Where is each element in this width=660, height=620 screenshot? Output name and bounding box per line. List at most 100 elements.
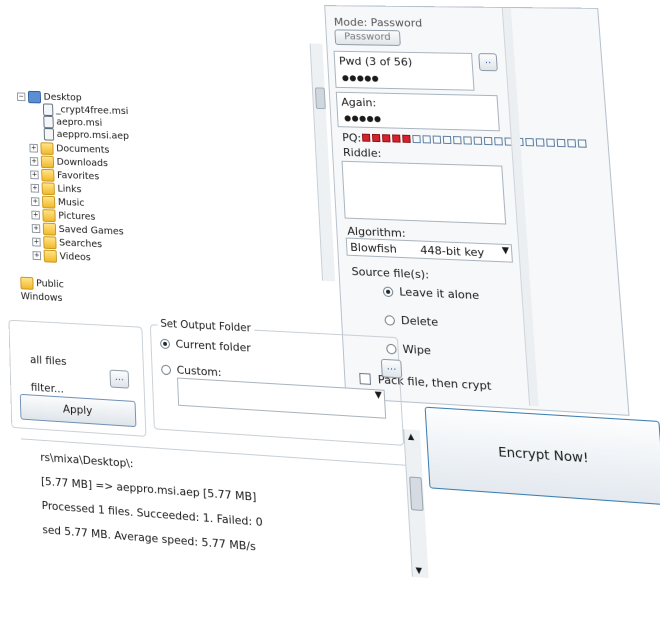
again-label: Again: xyxy=(341,96,377,110)
encrypt-now-button[interactable]: Encrypt Now! xyxy=(425,407,660,506)
pq-box xyxy=(578,139,587,147)
log-scroll-thumb[interactable] xyxy=(409,476,423,511)
pwd-field[interactable]: Pwd (3 of 56) ●●●●● xyxy=(334,51,475,91)
videos-icon xyxy=(44,250,57,263)
file-icon xyxy=(43,103,53,116)
pq-box xyxy=(392,134,401,142)
log-line: sed 5.77 MB. Average speed: 5.77 MB/s xyxy=(42,523,256,553)
pq-box xyxy=(525,138,534,146)
pq-box xyxy=(402,135,411,143)
expand-icon[interactable]: + xyxy=(29,144,38,153)
log-line: rs\mixa\Desktop\: xyxy=(40,451,134,471)
filter-label: filter... xyxy=(31,381,64,396)
file-tree-panel: − Desktop _crypt4free.msi aepro.msi aepp… xyxy=(10,39,334,281)
collapse-icon[interactable]: − xyxy=(17,92,25,101)
password-quality-meter xyxy=(362,132,589,151)
app-window: − Desktop _crypt4free.msi aepro.msi aepp… xyxy=(9,2,660,620)
saved-games-icon xyxy=(43,223,56,236)
log-scrollbar[interactable]: ▲ ▼ xyxy=(403,429,428,578)
expand-icon[interactable]: + xyxy=(31,211,40,220)
tree-item-windows[interactable]: Windows xyxy=(21,291,63,304)
tree-label: _crypt4free.msi xyxy=(56,105,129,117)
scroll-down-icon[interactable]: ▼ xyxy=(415,565,422,575)
expand-icon[interactable]: + xyxy=(32,238,41,247)
option-wipe[interactable]: Wipe xyxy=(402,343,431,358)
log-line: [5.77 MB] => aeppro.msi.aep [5.77 MB] xyxy=(41,475,257,504)
riddle-label: Riddle: xyxy=(343,146,382,160)
pq-box xyxy=(494,137,503,145)
expand-icon[interactable]: + xyxy=(32,224,41,233)
expand-icon[interactable]: + xyxy=(30,157,39,166)
mode-label: Mode: Password xyxy=(334,16,423,30)
tree-item-folder[interactable]: + Pictures xyxy=(31,209,95,224)
custom-label[interactable]: Custom: xyxy=(176,363,221,379)
settings-scrollbar[interactable] xyxy=(502,8,539,406)
algorithm-name: Blowfish xyxy=(350,241,397,256)
pq-box xyxy=(546,139,555,147)
radio-delete[interactable] xyxy=(384,315,395,326)
tree-label: Saved Games xyxy=(59,224,124,237)
links-icon xyxy=(42,182,55,195)
radio-current-folder[interactable] xyxy=(160,339,170,350)
pwd-value: ●●●●● xyxy=(342,73,380,83)
tree-label: Documents xyxy=(56,144,109,156)
folder-icon xyxy=(40,142,53,155)
tree-label: Music xyxy=(58,197,85,209)
tree-item-public[interactable]: Public xyxy=(20,277,64,292)
tree-item-desktop[interactable]: − Desktop xyxy=(17,91,82,105)
expand-icon[interactable]: + xyxy=(30,170,39,179)
pq-label: PQ: xyxy=(342,131,362,144)
pq-box xyxy=(433,136,442,144)
pq-box xyxy=(484,137,493,145)
log-panel: rs\mixa\Desktop\: [5.77 MB] => aeppro.ms… xyxy=(21,438,429,594)
folder-icon xyxy=(20,277,33,290)
all-files-label: all files xyxy=(30,353,67,368)
tree-label: Videos xyxy=(59,251,90,263)
tree-label: Downloads xyxy=(57,157,109,169)
option-delete[interactable]: Delete xyxy=(401,314,439,329)
folder-icon xyxy=(41,156,54,169)
source-label: Source file(s): xyxy=(351,265,429,282)
pq-box xyxy=(536,138,545,146)
pq-box xyxy=(473,137,482,145)
pq-box xyxy=(382,134,391,142)
tree-label: Favorites xyxy=(57,170,99,182)
expand-icon[interactable]: + xyxy=(31,197,40,206)
favorites-icon xyxy=(41,169,54,182)
again-value: ●●●●● xyxy=(344,114,382,124)
scroll-up-icon[interactable]: ▲ xyxy=(407,432,414,442)
tree-item-folder[interactable]: + Favorites xyxy=(30,169,99,184)
riddle-textarea[interactable] xyxy=(342,161,507,225)
tree-item-folder[interactable]: + Documents xyxy=(29,142,109,157)
algorithm-select[interactable]: Blowfish 448-bit key ▼ xyxy=(346,238,513,263)
pq-box xyxy=(443,136,452,144)
tree-item-file[interactable]: aeppro.msi.aep xyxy=(44,128,130,143)
tree-label: Links xyxy=(57,184,81,195)
tree-scroll-thumb[interactable] xyxy=(315,87,326,109)
tree-item-folder[interactable]: + Links xyxy=(31,182,82,196)
tree-item-folder[interactable]: + Downloads xyxy=(30,155,108,170)
expand-icon[interactable]: + xyxy=(31,184,40,193)
pq-box xyxy=(362,134,370,142)
radio-custom-folder[interactable] xyxy=(161,365,171,376)
filter-browse-button[interactable]: ... xyxy=(109,370,129,389)
file-icon xyxy=(43,116,54,129)
tree-label: Windows xyxy=(21,291,63,304)
desktop-icon xyxy=(28,91,41,104)
tree-label: aeppro.msi.aep xyxy=(57,129,130,142)
output-browse-button[interactable]: ... xyxy=(381,359,403,379)
tree-item-folder[interactable]: + Music xyxy=(31,195,85,209)
searches-icon xyxy=(43,236,56,249)
pq-box xyxy=(557,139,566,147)
pq-box xyxy=(372,134,380,142)
radio-leave-alone[interactable] xyxy=(383,287,394,298)
pwd-browse-button[interactable]: .. xyxy=(478,53,498,71)
chevron-down-icon[interactable]: ▼ xyxy=(501,246,509,257)
chevron-down-icon[interactable]: ▼ xyxy=(374,390,382,401)
option-leave-alone[interactable]: Leave it alone xyxy=(399,285,480,302)
expand-icon[interactable]: + xyxy=(33,251,42,260)
pq-box xyxy=(412,135,421,143)
again-field[interactable]: Again: ●●●●● xyxy=(336,92,500,132)
tree-item-folder[interactable]: + Videos xyxy=(32,249,91,264)
password-mode-button[interactable]: Password xyxy=(334,29,400,46)
